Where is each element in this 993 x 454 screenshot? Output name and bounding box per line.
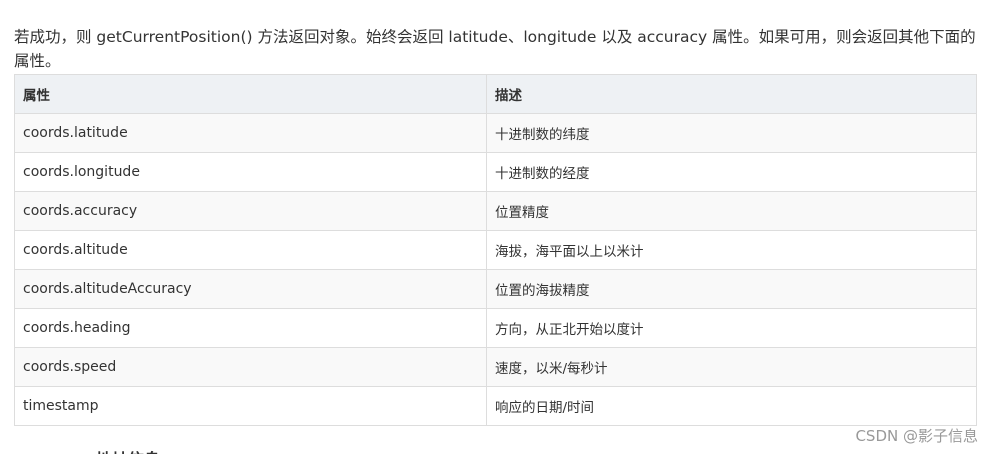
description-cell: 方向，从正北开始以度计 (486, 308, 977, 348)
header-property: 属性 (14, 74, 487, 114)
table-row: coords.altitude 海拔，海平面以上以米计 (14, 230, 977, 270)
description-cell: 速度，以米/每秒计 (486, 347, 977, 387)
property-cell: coords.altitudeAccuracy (14, 269, 487, 309)
table-row: coords.altitudeAccuracy 位置的海拔精度 (14, 269, 977, 309)
table-row: coords.heading 方向，从正北开始以度计 (14, 308, 977, 348)
property-cell: timestamp (14, 386, 487, 426)
property-cell: coords.speed (14, 347, 487, 387)
description-cell: 海拔，海平面以上以米计 (486, 230, 977, 270)
property-cell: coords.altitude (14, 230, 487, 270)
intro-paragraph: 若成功，则 getCurrentPosition() 方法返回对象。始终会返回 … (14, 27, 976, 70)
table-header-row: 属性 描述 (14, 74, 977, 114)
csdn-watermark: CSDN @影子信息 (855, 427, 978, 445)
property-cell: coords.longitude (14, 152, 487, 192)
position-properties-table: 属性 描述 coords.latitude 十进制数的纬度 coords.lon… (14, 74, 977, 426)
next-section-heading: 地址信息 (96, 446, 160, 454)
table-row: coords.longitude 十进制数的经度 (14, 152, 977, 192)
table-row: coords.speed 速度，以米/每秒计 (14, 347, 977, 387)
property-cell: coords.accuracy (14, 191, 487, 231)
description-cell: 十进制数的经度 (486, 152, 977, 192)
header-description: 描述 (486, 74, 977, 114)
property-cell: coords.latitude (14, 113, 487, 153)
property-cell: coords.heading (14, 308, 487, 348)
page: 若成功，则 getCurrentPosition() 方法返回对象。始终会返回 … (0, 0, 993, 454)
description-cell: 响应的日期/时间 (486, 386, 977, 426)
description-cell: 十进制数的纬度 (486, 113, 977, 153)
table-row: coords.accuracy 位置精度 (14, 191, 977, 231)
table-row: coords.latitude 十进制数的纬度 (14, 113, 977, 153)
table-row: timestamp 响应的日期/时间 (14, 386, 977, 426)
description-cell: 位置的海拔精度 (486, 269, 977, 309)
description-cell: 位置精度 (486, 191, 977, 231)
